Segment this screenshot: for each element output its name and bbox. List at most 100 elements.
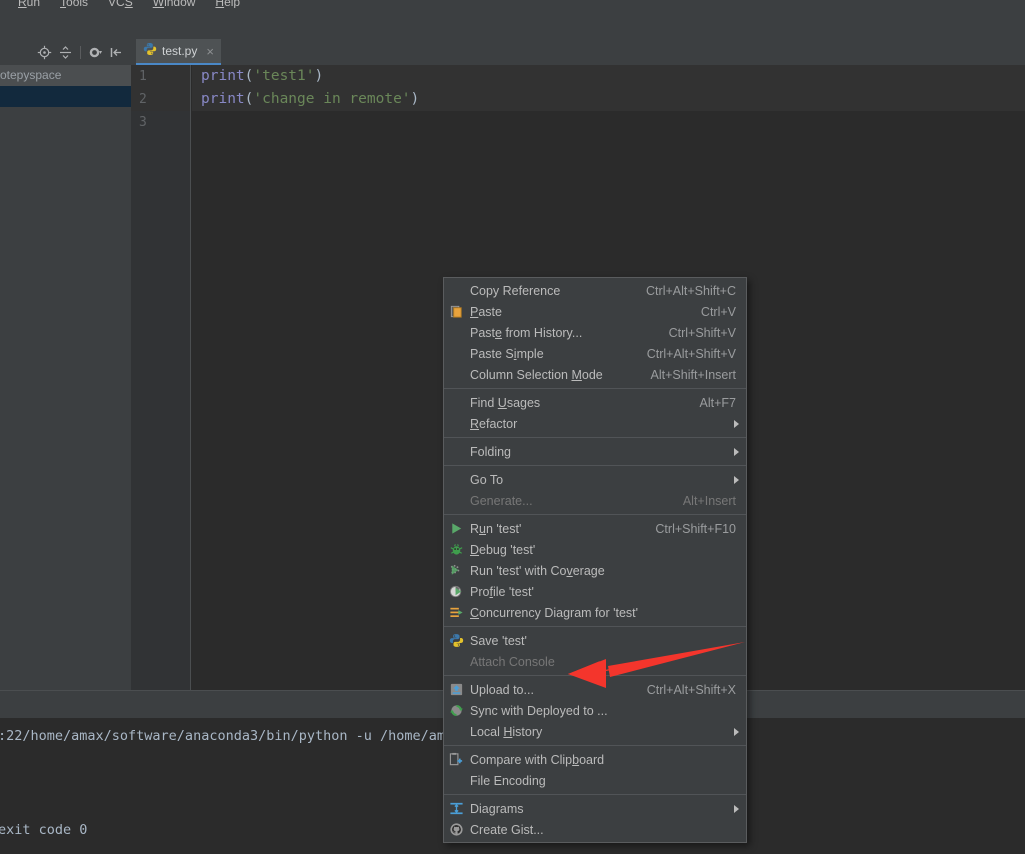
code-token: 'change in remote' bbox=[253, 91, 410, 107]
menubar-item-help[interactable]: Help bbox=[205, 0, 250, 8]
menu-item-profile-test[interactable]: Profile 'test' bbox=[444, 581, 746, 602]
submenu-arrow-icon bbox=[734, 728, 739, 736]
code-line[interactable] bbox=[192, 111, 1025, 134]
editor-context-menu[interactable]: Copy Reference Ctrl+Alt+Shift+C PasteCtrl+… bbox=[443, 277, 747, 843]
editor-tab-bar: test.py × bbox=[131, 39, 1025, 65]
menu-item-run-test[interactable]: Run 'test' Ctrl+Shift+F10 bbox=[444, 518, 746, 539]
menu-item-paste-simple[interactable]: Paste Simple Ctrl+Alt+Shift+V bbox=[444, 343, 746, 364]
code-line[interactable]: print('change in remote') bbox=[192, 88, 1025, 111]
menubar-item-tools[interactable]: Tools bbox=[50, 0, 98, 8]
menu-item-label: Go To bbox=[470, 473, 736, 487]
menu-item-label: Run 'test' bbox=[470, 522, 639, 536]
menu-item-local-history[interactable]: Local History bbox=[444, 721, 746, 742]
tab-label: test.py bbox=[162, 44, 197, 58]
menu-separator bbox=[444, 626, 746, 627]
menu-item-shortcut: Alt+Insert bbox=[683, 494, 736, 508]
project-tree-row[interactable]: otepyspace bbox=[0, 65, 131, 86]
menu-item-diagrams[interactable]: Diagrams bbox=[444, 798, 746, 819]
settings-gear-icon[interactable] bbox=[87, 44, 104, 61]
menu-item-label: Diagrams bbox=[470, 802, 736, 816]
menu-item-refactor[interactable]: Refactor bbox=[444, 413, 746, 434]
collapse-all-icon[interactable] bbox=[57, 44, 74, 61]
menu-item-shortcut: Ctrl+V bbox=[701, 305, 736, 319]
python-file-icon bbox=[143, 42, 157, 61]
github-gist-icon bbox=[448, 821, 465, 838]
concurrency-diagram-icon bbox=[448, 604, 465, 621]
code-token: ) bbox=[315, 68, 324, 84]
menu-item-label: Find Usages bbox=[470, 396, 684, 410]
project-tree-panel[interactable]: otepyspace bbox=[0, 65, 131, 690]
menu-item-paste-from-history[interactable]: Paste from History...Ctrl+Shift+V bbox=[444, 322, 746, 343]
upload-icon bbox=[448, 681, 465, 698]
menu-item-save-test[interactable]: Save 'test' bbox=[444, 630, 746, 651]
editor-gutter[interactable]: 123 bbox=[131, 65, 191, 690]
menu-item-find-usages[interactable]: Find Usages Alt+F7 bbox=[444, 392, 746, 413]
menu-separator bbox=[444, 514, 746, 515]
profile-gauge-icon bbox=[448, 583, 465, 600]
menu-item-create-gist[interactable]: Create Gist... bbox=[444, 819, 746, 840]
project-tree-row[interactable] bbox=[0, 86, 131, 107]
menu-item-paste[interactable]: PasteCtrl+V bbox=[444, 301, 746, 322]
menu-separator bbox=[444, 675, 746, 676]
menu-item-attach-console: Attach Console bbox=[444, 651, 746, 672]
menu-item-folding[interactable]: Folding bbox=[444, 441, 746, 462]
menu-item-label: Profile 'test' bbox=[470, 585, 736, 599]
menu-item-shortcut: Ctrl+Alt+Shift+X bbox=[647, 683, 736, 697]
menubar-item-run[interactable]: Run bbox=[8, 0, 50, 8]
menu-item-shortcut: Ctrl+Alt+Shift+C bbox=[646, 284, 736, 298]
menu-item-compare-with-clipboard[interactable]: Compare with Clipboard bbox=[444, 749, 746, 770]
menu-item-sync-with-deployed-to[interactable]: Sync with Deployed to ... bbox=[444, 700, 746, 721]
menu-item-generate: Generate...Alt+Insert bbox=[444, 490, 746, 511]
hide-panel-icon[interactable] bbox=[108, 44, 125, 61]
project-tree-row[interactable] bbox=[0, 107, 131, 128]
menu-item-label: Run 'test' with Coverage bbox=[470, 564, 736, 578]
menu-item-copy-reference[interactable]: Copy Reference Ctrl+Alt+Shift+C bbox=[444, 280, 746, 301]
code-line[interactable]: print('test1') bbox=[192, 65, 1025, 88]
menu-item-upload-to[interactable]: Upload to... Ctrl+Alt+Shift+X bbox=[444, 679, 746, 700]
menu-item-label: Concurrency Diagram for 'test' bbox=[470, 606, 736, 620]
menu-item-label: Copy Reference bbox=[470, 284, 630, 298]
diagrams-icon bbox=[448, 800, 465, 817]
menu-item-label: Attach Console bbox=[470, 655, 736, 669]
menu-item-label: Upload to... bbox=[470, 683, 631, 697]
main-toolbar bbox=[0, 8, 1025, 39]
menu-item-file-encoding[interactable]: File Encoding bbox=[444, 770, 746, 791]
code-token: 'test1' bbox=[253, 68, 314, 84]
line-number: 1 bbox=[131, 65, 190, 88]
menu-item-label: Paste from History... bbox=[470, 326, 653, 340]
menu-item-debug-test[interactable]: Debug 'test' bbox=[444, 539, 746, 560]
line-number: 2 bbox=[131, 88, 190, 111]
submenu-arrow-icon bbox=[734, 476, 739, 484]
menu-item-shortcut: Alt+Shift+Insert bbox=[651, 368, 736, 382]
code-token: print bbox=[201, 68, 245, 84]
menu-item-column-selection-mode[interactable]: Column Selection ModeAlt+Shift+Insert bbox=[444, 364, 746, 385]
menu-item-label: Save 'test' bbox=[470, 634, 736, 648]
menubar-item-window[interactable]: Window bbox=[143, 0, 206, 8]
console-exit-code: exit code 0 bbox=[0, 821, 87, 839]
menu-separator bbox=[444, 388, 746, 389]
editor-tab-test-py[interactable]: test.py × bbox=[136, 39, 221, 65]
menu-item-label: Create Gist... bbox=[470, 823, 736, 837]
menu-item-concurrency-diagram-for-test[interactable]: Concurrency Diagram for 'test' bbox=[444, 602, 746, 623]
python-file-icon bbox=[448, 632, 465, 649]
project-tree-row[interactable] bbox=[0, 128, 131, 149]
close-icon[interactable]: × bbox=[206, 44, 214, 59]
pycharm-window: RunToolsVCSWindowHelp bbox=[0, 0, 1025, 854]
menu-item-run-test-with-coverage[interactable]: Run 'test' with Coverage bbox=[444, 560, 746, 581]
menu-item-shortcut: Ctrl+Alt+Shift+V bbox=[647, 347, 736, 361]
menu-item-label: Folding bbox=[470, 445, 736, 459]
code-token: print bbox=[201, 91, 245, 107]
menu-item-shortcut: Alt+F7 bbox=[700, 396, 736, 410]
menu-item-label: Refactor bbox=[470, 417, 736, 431]
menu-separator bbox=[444, 437, 746, 438]
menu-item-label: File Encoding bbox=[470, 774, 736, 788]
menu-item-label: Paste Simple bbox=[470, 347, 631, 361]
menu-item-label: Debug 'test' bbox=[470, 543, 736, 557]
menu-item-shortcut: Ctrl+Shift+F10 bbox=[655, 522, 736, 536]
menu-item-go-to[interactable]: Go To bbox=[444, 469, 746, 490]
run-play-icon bbox=[448, 520, 465, 537]
locate-target-icon[interactable] bbox=[36, 44, 53, 61]
paste-clipboard-icon bbox=[448, 303, 465, 320]
submenu-arrow-icon bbox=[734, 420, 739, 428]
menubar-item-vcs[interactable]: VCS bbox=[98, 0, 143, 8]
